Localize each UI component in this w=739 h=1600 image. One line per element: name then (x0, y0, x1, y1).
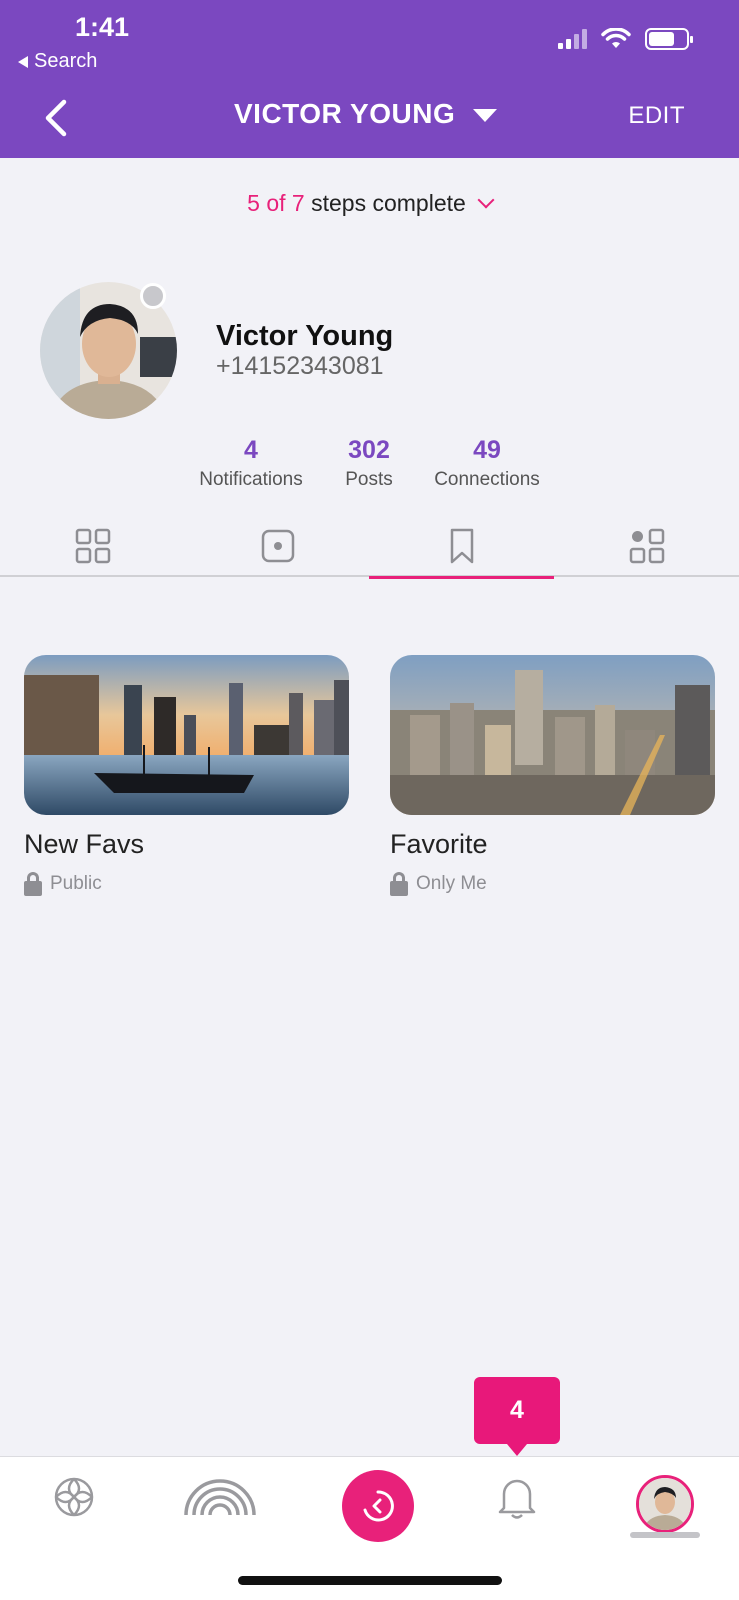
nav-home[interactable] (50, 1457, 98, 1537)
collection-cover-image (390, 655, 715, 815)
profile-name: Victor Young (216, 320, 394, 352)
stat-posts[interactable]: 302 Posts (328, 436, 410, 491)
battery-icon (645, 28, 693, 50)
collection-privacy: Public (24, 872, 349, 896)
collection-name: Favorite (390, 829, 488, 859)
wifi-icon (601, 28, 631, 48)
notification-count-badge[interactable]: 4 (474, 1377, 560, 1456)
privacy-label: Only Me (416, 873, 487, 894)
steps-text: steps complete (304, 190, 466, 216)
stat-notifications[interactable]: 4 Notifications (190, 436, 312, 491)
caret-down-icon (473, 108, 498, 122)
back-to-search-link[interactable]: Search (18, 50, 97, 73)
status-icons (558, 28, 693, 50)
signal-icon (558, 29, 587, 49)
steps-progress[interactable]: 5 of 7 steps complete (0, 190, 739, 217)
header-bar: 1:41 Search VICTOR YOUNG EDIT (0, 0, 739, 158)
stat-connections[interactable]: 49 Connections (424, 436, 550, 491)
nav-rainbow[interactable] (180, 1457, 260, 1537)
privacy-label: Public (50, 873, 102, 894)
edit-button[interactable]: EDIT (628, 102, 685, 130)
bell-icon (498, 1479, 536, 1519)
home-indicator (238, 1576, 502, 1585)
stat-value: 49 (473, 436, 501, 464)
status-time: 1:41 (75, 12, 130, 42)
collection-card[interactable]: New Favs Public (24, 655, 349, 896)
collection-cover-image (24, 655, 349, 815)
stat-value: 302 (348, 436, 390, 464)
square-dot-icon (261, 529, 294, 563)
profile-switcher[interactable]: VICTOR YOUNG (234, 98, 498, 130)
profile-avatar[interactable] (636, 1475, 694, 1533)
flower-icon (54, 1477, 94, 1517)
stat-label: Posts (345, 469, 393, 490)
tab-grid[interactable] (0, 515, 185, 577)
rainbow-icon (184, 1479, 256, 1516)
tab-moments[interactable] (185, 515, 370, 577)
collection-privacy: Only Me (390, 872, 715, 896)
stat-label: Notifications (199, 469, 303, 490)
history-button[interactable] (342, 1470, 414, 1542)
collection-card[interactable]: Favorite Only Me (390, 655, 715, 896)
nav-notifications[interactable] (484, 1457, 550, 1537)
grid-icon (75, 528, 110, 564)
tab-apps[interactable] (554, 515, 739, 577)
back-chevron-icon[interactable] (40, 98, 72, 138)
chevron-down-icon (477, 191, 495, 209)
profile-tabs (0, 515, 739, 579)
back-triangle-icon (18, 55, 28, 68)
active-tab-indicator (630, 1532, 700, 1538)
bookmark-icon (450, 528, 473, 564)
page-title: VICTOR YOUNG (234, 98, 456, 129)
collection-name: New Favs (24, 829, 145, 859)
steps-count: 5 of 7 (247, 190, 305, 216)
stat-label: Connections (434, 469, 540, 490)
apps-icon (629, 528, 664, 564)
tab-saved[interactable] (369, 515, 554, 579)
history-icon (363, 1490, 394, 1522)
profile-phone: +14152343081 (216, 352, 384, 380)
lock-icon (24, 872, 42, 896)
presence-indicator (140, 283, 166, 309)
stat-value: 4 (244, 436, 258, 464)
back-app-label: Search (34, 50, 98, 72)
lock-icon (390, 872, 408, 896)
